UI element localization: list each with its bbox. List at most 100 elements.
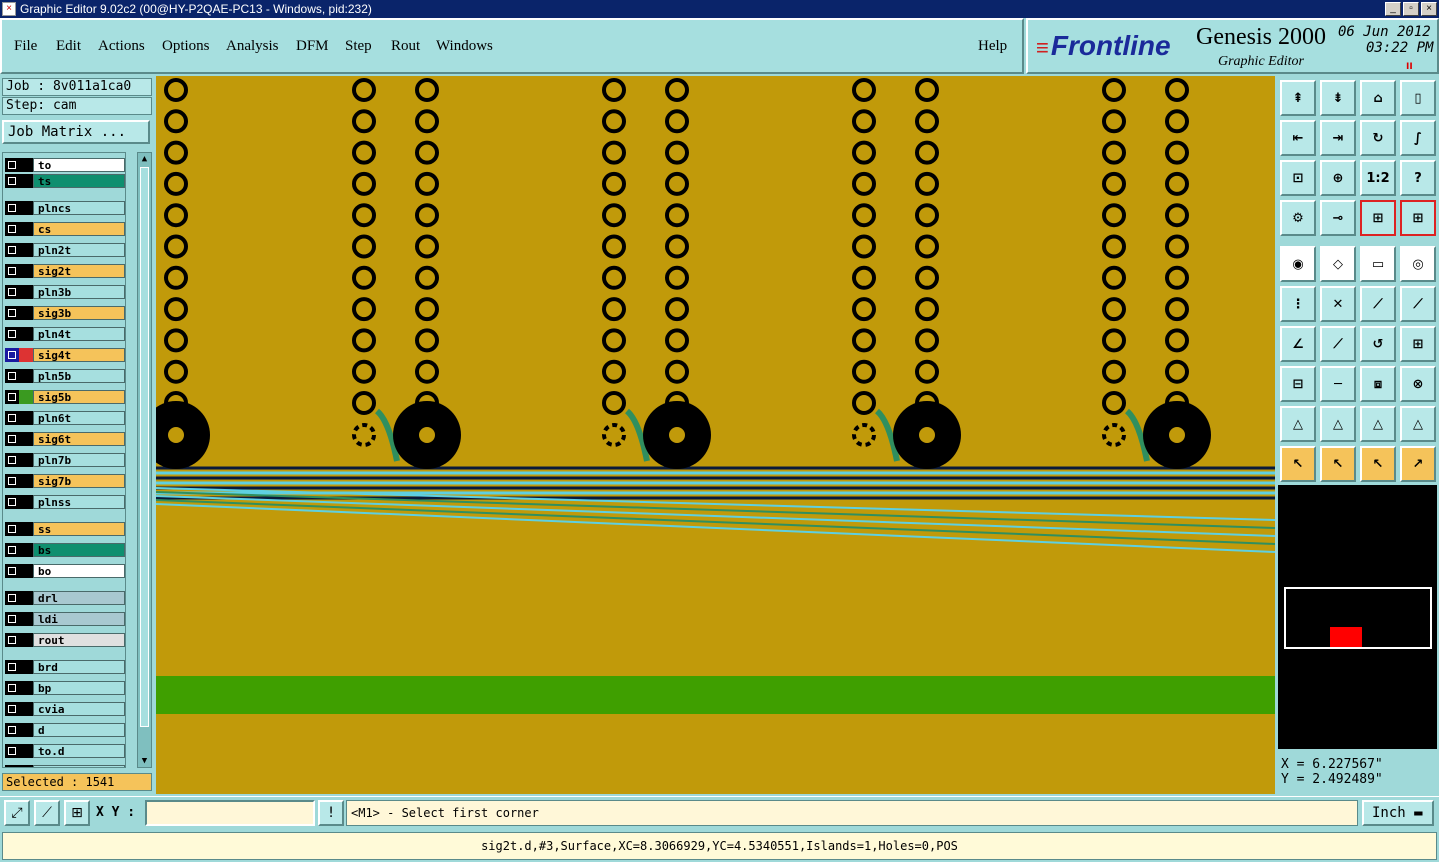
layer-name[interactable]: drl <box>33 590 125 605</box>
net-red2-icon[interactable]: ⊞ <box>1400 200 1436 236</box>
probe-icon[interactable]: ⊸ <box>1320 200 1356 236</box>
layer-name[interactable]: pln6t <box>33 410 125 425</box>
layer-name[interactable]: sig3b <box>33 305 125 320</box>
layer-affected-marker[interactable] <box>19 326 33 341</box>
layer-checkbox[interactable] <box>5 563 19 578</box>
layer-name[interactable]: sig5b <box>33 389 125 404</box>
layer-name[interactable]: ldi <box>33 611 125 626</box>
layer-checkbox[interactable] <box>5 611 19 626</box>
layer-checkbox[interactable] <box>5 431 19 446</box>
layer-affected-marker[interactable] <box>19 521 33 536</box>
layer-name[interactable]: cvia <box>33 701 125 716</box>
layer-name[interactable]: sig4t <box>33 347 125 362</box>
layer-affected-marker[interactable] <box>19 473 33 488</box>
layer-row-pln6t[interactable]: pln6t <box>5 410 125 425</box>
layer-row-pln7b[interactable]: pln7b <box>5 452 125 467</box>
layer-name[interactable]: ts <box>33 173 125 188</box>
job-matrix-button[interactable]: Job Matrix ... <box>2 120 150 144</box>
layer-checkbox[interactable] <box>5 743 19 758</box>
menu-help[interactable]: Help <box>978 38 1007 55</box>
layer-name[interactable]: bo <box>33 563 125 578</box>
zoom-fit-icon[interactable]: ⊕ <box>1320 160 1356 196</box>
layer-name[interactable]: to <box>33 157 125 172</box>
layer-row-brd[interactable]: brd <box>5 659 125 674</box>
layer-name[interactable]: plncs <box>33 200 125 215</box>
dimension-icon[interactable]: ⧈ <box>1360 366 1396 402</box>
layer-row-ss[interactable]: ss <box>5 521 125 536</box>
maximize-button[interactable]: ▫ <box>1403 2 1419 16</box>
layer-checkbox[interactable] <box>5 632 19 647</box>
layer-name[interactable]: sig2t <box>33 263 125 278</box>
layer-checkbox[interactable] <box>5 221 19 236</box>
layer-affected-marker[interactable] <box>19 173 33 188</box>
group-icon[interactable]: ⊗ <box>1400 366 1436 402</box>
scale-1-2-icon[interactable]: 1:2 <box>1360 160 1396 196</box>
menu-actions[interactable]: Actions <box>98 38 145 55</box>
layer-row-sig3b[interactable]: sig3b <box>5 305 125 320</box>
layer-row-pln2t[interactable]: pln2t <box>5 242 125 257</box>
layer-row-d[interactable]: d <box>5 722 125 737</box>
layer-affected-marker[interactable] <box>19 410 33 425</box>
layer-checkbox[interactable] <box>5 242 19 257</box>
layer-name[interactable]: to.d <box>33 743 125 758</box>
layer-affected-marker[interactable] <box>19 701 33 716</box>
unit-select[interactable]: Inch ▬ <box>1362 800 1434 826</box>
layer-down-icon[interactable]: ⇟ <box>1320 80 1356 116</box>
layer-name[interactable]: plnss <box>33 494 125 509</box>
layer-affected-marker[interactable] <box>19 157 33 172</box>
menu-edit[interactable]: Edit <box>56 38 81 55</box>
layer-row-sig7b[interactable]: sig7b <box>5 473 125 488</box>
select-icon[interactable]: ⊟ <box>1280 366 1316 402</box>
layer-row-sig4t[interactable]: sig4t <box>5 347 125 362</box>
menu-analysis[interactable]: Analysis <box>226 38 279 55</box>
layer-affected-marker[interactable] <box>19 542 33 557</box>
layer-row-drl[interactable]: drl <box>5 590 125 605</box>
layer-checkbox[interactable] <box>5 410 19 425</box>
layer-name[interactable]: ss <box>33 521 125 536</box>
zoom-icon[interactable]: ⤢ <box>4 800 30 826</box>
layer-affected-marker[interactable] <box>19 680 33 695</box>
layer-affected-marker[interactable] <box>19 611 33 626</box>
layer-checkbox[interactable] <box>5 764 19 767</box>
net-red-icon[interactable]: ⊞ <box>1360 200 1396 236</box>
layer-name[interactable]: pln3b <box>33 284 125 299</box>
menu-rout[interactable]: Rout <box>391 38 420 55</box>
layer-name[interactable]: sig7b <box>33 473 125 488</box>
line-icon[interactable]: ⟋ <box>1320 326 1356 362</box>
grid-icon[interactable]: ⊞ <box>64 800 90 826</box>
layer-row-plncs[interactable]: plncs <box>5 200 125 215</box>
ruler-icon[interactable]: ▭ <box>1360 246 1396 282</box>
layer-row-pln3b[interactable]: pln3b <box>5 284 125 299</box>
layer-row-sig6t[interactable]: sig6t <box>5 431 125 446</box>
layer-name[interactable]: sig6t <box>33 431 125 446</box>
layer-name[interactable]: cs <box>33 221 125 236</box>
select-box-icon[interactable]: ↖ <box>1320 446 1356 482</box>
layer-checkbox[interactable] <box>5 157 19 172</box>
triangle2-icon[interactable]: △ <box>1320 406 1356 442</box>
window-icon[interactable]: ▯ <box>1400 80 1436 116</box>
menu-windows[interactable]: Windows <box>436 38 493 55</box>
triangle-icon[interactable]: △ <box>1280 406 1316 442</box>
measure-icon[interactable]: ⟋ <box>34 800 60 826</box>
layer-row-ts-d[interactable]: ts.d <box>5 764 125 767</box>
layer-row-sig2t[interactable]: sig2t <box>5 263 125 278</box>
layer-row-cvia[interactable]: cvia <box>5 701 125 716</box>
mirror-icon[interactable]: ⊞ <box>1400 326 1436 362</box>
scroll-down-icon[interactable]: ▼ <box>139 755 150 767</box>
layer-row-cs[interactable]: cs <box>5 221 125 236</box>
layer-row-bo[interactable]: bo <box>5 563 125 578</box>
layer-name[interactable]: brd <box>33 659 125 674</box>
layer-affected-marker[interactable] <box>19 743 33 758</box>
layer-affected-marker[interactable] <box>19 632 33 647</box>
layer-affected-marker[interactable] <box>19 284 33 299</box>
layer-name[interactable]: pln7b <box>33 452 125 467</box>
layer-checkbox[interactable] <box>5 659 19 674</box>
menu-step[interactable]: Step <box>345 38 372 55</box>
layer-affected-marker[interactable] <box>19 389 33 404</box>
fit-icon[interactable]: ⊡ <box>1280 160 1316 196</box>
layer-affected-marker[interactable] <box>19 659 33 674</box>
shape-icon[interactable]: ∫ <box>1400 120 1436 156</box>
layer-name[interactable]: pln4t <box>33 326 125 341</box>
layer-scrollbar[interactable]: ▲ ▼ <box>137 152 152 768</box>
layer-name[interactable]: pln2t <box>33 242 125 257</box>
